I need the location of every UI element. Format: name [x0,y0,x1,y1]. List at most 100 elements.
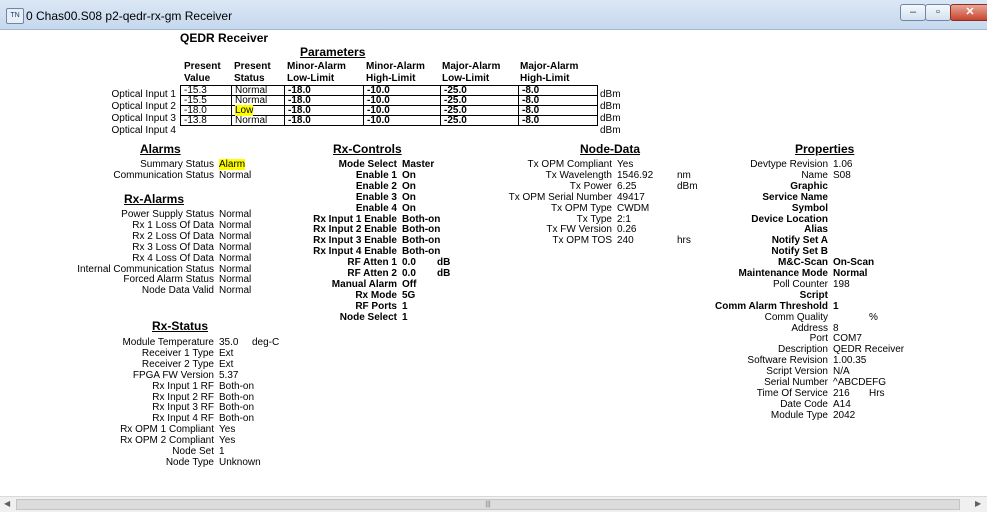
scroll-left-icon[interactable]: ◀ [4,499,10,508]
horizontal-scrollbar[interactable]: ◀ ||| ▶ [0,496,987,512]
field-label: Rx OPM 2 Compliant [120,435,214,447]
minor-high-cell[interactable]: -10.0 [363,85,441,96]
field-value[interactable]: On [402,192,416,203]
field-value[interactable]: On [402,203,416,214]
present-value-cell[interactable]: -13.8 [180,115,232,126]
minor-low-cell[interactable]: -18.0 [284,85,364,96]
present-value-cell[interactable]: -15.5 [180,95,232,106]
major-low-cell[interactable]: -25.0 [440,115,519,126]
field-label: Enable 4 [355,202,397,214]
parameters-table: -15.3 Normal -18.0 -10.0 -25.0 -8.0 -15.… [180,85,598,126]
status-badge: Alarm [219,159,246,170]
field-value[interactable]: Both-on [402,224,440,235]
major-low-cell[interactable]: -25.0 [440,95,519,106]
rx-alarms-heading: Rx-Alarms [124,192,185,206]
field-label: Rx Input 4 RF [152,413,214,425]
field-unit: Hrs [869,387,885,399]
field-label: Mode Select [338,159,397,170]
rx-status-heading: Rx-Status [152,319,209,333]
field-label: Poll Counter [772,278,828,290]
window-title: 0 Chas00.S08 p2-qedr-rx-gm Receiver [26,9,233,23]
major-high-cell[interactable]: -8.0 [518,115,598,126]
minimize-button[interactable]: – [900,4,926,21]
field-value: Normal [219,230,252,242]
field-label: Devtype Revision [750,159,828,170]
field-label: Module Temperature [122,337,214,348]
field-label: Rx Input 3 Enable [313,235,397,247]
field-value[interactable]: Master [402,159,434,170]
field-value: COM7 [833,333,862,345]
field-value[interactable]: On [402,181,416,192]
field-label: Enable 3 [355,191,397,203]
field-value[interactable]: Both-on [402,235,440,246]
table-row: -15.5 Normal -18.0 -10.0 -25.0 -8.0 [180,95,598,106]
major-high-cell[interactable]: -8.0 [518,95,598,106]
field-label: Alias [804,224,828,236]
major-high-cell[interactable]: -8.0 [518,105,598,116]
field-label: Service Name [762,191,828,203]
receiver-panel: QEDR Receiver Parameters Present Value Pr… [0,30,987,496]
present-value-cell[interactable]: -15.3 [180,85,232,96]
field-value: Both-on [219,391,255,403]
scroll-thumb[interactable]: ||| [16,499,960,510]
field-label: Comm Quality [764,311,828,323]
field-value[interactable]: Both-on [402,214,440,225]
minor-low-cell[interactable]: -18.0 [284,105,364,116]
field-label: Software Revision [747,355,828,367]
minor-high-cell[interactable]: -10.0 [363,115,441,126]
maximize-button[interactable]: ▫ [925,4,951,21]
minor-low-cell[interactable]: -18.0 [284,95,364,106]
field-label: Rx Input 2 Enable [313,224,397,236]
scroll-right-icon[interactable]: ▶ [975,499,981,508]
major-high-cell[interactable]: -8.0 [518,85,598,96]
major-low-cell[interactable]: -25.0 [440,85,519,96]
field-label: Rx OPM 1 Compliant [120,424,214,436]
header-present-status: Present Status [234,61,271,84]
field-value[interactable]: On [402,170,416,181]
field-label: Summary Status [140,159,214,170]
field-value: 1 [833,300,839,312]
field-value[interactable]: 1 [402,301,408,312]
field-label: Rx 2 Loss Of Data [132,230,214,242]
present-status-cell: Normal [231,115,285,126]
field-label: Tx Power [569,180,612,192]
field-value[interactable]: 0.0 [402,268,416,279]
minor-high-cell[interactable]: -10.0 [363,95,441,106]
field-unit: % [869,311,878,323]
field-label: Tx Wavelength [545,169,612,181]
field-value: 198 [833,278,850,290]
field-label: Name [801,169,828,181]
field-value: 35.0 [219,337,239,348]
present-value-cell[interactable]: -18.0 [180,105,232,116]
field-value[interactable]: Both-on [402,246,440,257]
field-value[interactable]: 0.0 [402,257,416,268]
field-value: 1.00.35 [833,355,867,367]
minor-low-cell[interactable]: -18.0 [284,115,364,126]
field-label: Serial Number [764,377,828,388]
param-unit: dBm [600,89,621,100]
minor-high-cell[interactable]: -10.0 [363,105,441,116]
field-label: Module Type [770,409,828,421]
field-label: Script Version [766,366,828,378]
field-value: 49417 [617,191,645,203]
major-low-cell[interactable]: -25.0 [440,105,519,116]
present-status-cell: Low [231,105,285,116]
field-value[interactable]: 1 [402,312,408,323]
field-value[interactable]: 5G [402,290,415,301]
field-value: Normal [833,268,868,279]
field-label: Rx Input 1 RF [152,380,214,392]
close-button[interactable]: ✕ [950,4,987,21]
header-major-high: Major-Alarm High-Limit [520,61,579,84]
field-value: 2042 [833,409,856,421]
field-value: Normal [219,219,252,231]
field-label: Address [791,322,828,334]
field-value[interactable]: Off [402,279,416,290]
field-label: Port [809,333,828,345]
table-row: -13.8 Normal -18.0 -10.0 -25.0 -8.0 [180,115,598,126]
field-value: S08 [833,169,851,181]
field-label: RF Atten 2 [347,268,397,279]
header-minor-high: Minor-Alarm High-Limit [366,61,425,84]
field-value: Normal [219,241,252,253]
param-unit: dBm [600,113,621,124]
header-minor-low: Minor-Alarm Low-Limit [287,61,346,84]
